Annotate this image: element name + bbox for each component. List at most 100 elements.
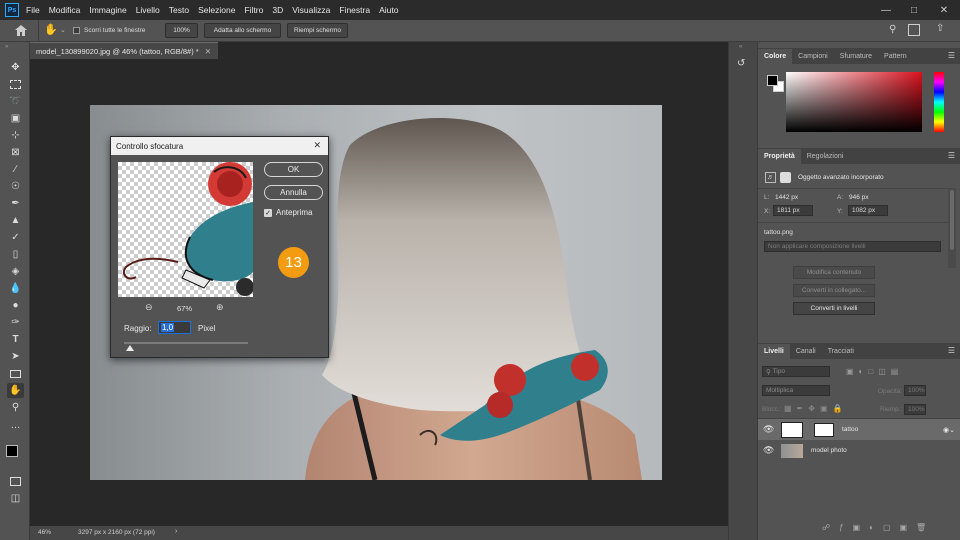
layer-row-tattoo[interactable]: 👁 tattoo ◉⌄: [758, 419, 960, 440]
ok-button[interactable]: OK: [264, 162, 323, 177]
dialog-titlebar[interactable]: Controllo sfocatura ✕: [111, 137, 328, 155]
convert-to-layers-button[interactable]: Converti in livelli: [793, 302, 875, 315]
collapse-panels-icon[interactable]: «: [739, 44, 742, 50]
photoshop-logo[interactable]: Ps: [5, 3, 19, 17]
tab-regolazioni[interactable]: Regolazioni: [801, 149, 850, 164]
menu-immagine[interactable]: Immagine: [89, 5, 126, 15]
smart-filter-toggle-icon[interactable]: ◉⌄: [943, 426, 955, 434]
layers-footer-icons[interactable]: ☍ƒ▣◐▢▣🗑: [822, 523, 935, 532]
radius-input[interactable]: 1,0: [158, 321, 191, 334]
chevron-down-icon[interactable]: ⌄: [60, 26, 66, 34]
menu-selezione[interactable]: Selezione: [198, 5, 235, 15]
preview-checkbox[interactable]: ✓: [264, 209, 272, 217]
close-document-icon[interactable]: ✕: [205, 47, 211, 56]
clone-stamp-tool-icon[interactable]: ▲: [7, 213, 24, 228]
dialog-close-icon[interactable]: ✕: [313, 140, 321, 151]
blend-mode-select[interactable]: Moltiplica: [762, 385, 830, 396]
dodge-tool-icon[interactable]: ●: [7, 298, 24, 313]
path-selection-tool-icon[interactable]: ➤: [7, 349, 24, 364]
close-window-icon[interactable]: ✕: [930, 0, 958, 20]
menu-testo[interactable]: Testo: [169, 5, 189, 15]
radius-slider-track[interactable]: [124, 342, 248, 344]
marquee-tool-icon[interactable]: [7, 77, 24, 92]
visibility-eye-icon[interactable]: 👁: [763, 445, 774, 456]
rectangle-tool-icon[interactable]: [7, 366, 24, 381]
hue-slider[interactable]: [934, 72, 944, 132]
eraser-tool-icon[interactable]: ▯: [7, 247, 24, 262]
workspace-icon[interactable]: [908, 24, 920, 36]
opacity-field[interactable]: 100%: [904, 385, 926, 396]
quick-mask-icon[interactable]: [7, 474, 24, 489]
properties-menu-icon[interactable]: ☰: [948, 151, 955, 160]
convert-to-linked-button[interactable]: Converti in collegato...: [793, 284, 875, 297]
layer-filter-icons[interactable]: ▣◐□◫▤: [846, 367, 946, 377]
fill-field[interactable]: 100%: [904, 404, 926, 415]
y-field[interactable]: 1082 px: [848, 205, 888, 216]
visibility-eye-icon[interactable]: 👁: [763, 424, 774, 435]
eyedropper-tool-icon[interactable]: ∕: [7, 162, 24, 177]
tab-colore[interactable]: Colore: [758, 49, 793, 64]
share-icon[interactable]: ⇧: [936, 23, 944, 34]
layer-filter-select[interactable]: ⚲ Tipo: [762, 366, 830, 377]
zoom-in-icon[interactable]: ⊕: [216, 302, 224, 313]
panel-menu-icon[interactable]: ☰: [948, 51, 955, 60]
fit-screen-button[interactable]: Adatta allo schermo: [204, 23, 281, 38]
fg-color-swatch[interactable]: [767, 75, 778, 86]
screen-mode-icon[interactable]: ◫: [7, 491, 24, 506]
zoom-out-icon[interactable]: ⊖: [145, 302, 153, 313]
healing-brush-tool-icon[interactable]: ☉: [7, 179, 24, 194]
menu-aiuto[interactable]: Aiuto: [379, 5, 398, 15]
tab-pattern[interactable]: Pattern: [878, 49, 913, 64]
hand-tool-icon[interactable]: ✋: [7, 383, 24, 398]
tab-tracciati[interactable]: Tracciati: [822, 344, 860, 359]
blur-tool-icon[interactable]: 💧: [7, 281, 24, 296]
properties-scrollbar[interactable]: [948, 188, 956, 268]
object-selection-tool-icon[interactable]: ▣: [7, 111, 24, 126]
hand-tool-preset-icon[interactable]: ✋: [44, 23, 58, 38]
tab-sfumature[interactable]: Sfumature: [834, 49, 878, 64]
frame-tool-icon[interactable]: ⊠: [7, 145, 24, 160]
collapse-toolbar-icon[interactable]: »: [5, 44, 8, 50]
zoom-level[interactable]: 46%: [38, 529, 51, 536]
x-field[interactable]: 1811 px: [773, 205, 813, 216]
zoom-100-button[interactable]: 100%: [165, 23, 198, 38]
move-tool-icon[interactable]: ✥: [7, 60, 24, 75]
paint-bucket-tool-icon[interactable]: ◈: [7, 264, 24, 279]
menu-modifica[interactable]: Modifica: [49, 5, 81, 15]
menu-visualizza[interactable]: Visualizza: [292, 5, 330, 15]
layer-comp-select[interactable]: Non applicare composizione livelli: [764, 241, 941, 252]
cancel-button[interactable]: Annulla: [264, 185, 323, 200]
menu-livello[interactable]: Livello: [136, 5, 160, 15]
more-tools-icon[interactable]: …: [7, 418, 24, 433]
zoom-tool-icon[interactable]: ⚲: [7, 400, 24, 415]
type-tool-icon[interactable]: T: [7, 332, 24, 347]
radius-slider-thumb[interactable]: [126, 345, 135, 351]
minimize-icon[interactable]: —: [872, 0, 900, 20]
layer-mask-thumbnail[interactable]: [814, 422, 834, 437]
document-tab[interactable]: model_130899020.jpg @ 46% (tattoo, RGB/8…: [30, 42, 218, 59]
lasso-tool-icon[interactable]: ➰: [7, 94, 24, 109]
tab-canali[interactable]: Canali: [790, 344, 822, 359]
menu-file[interactable]: File: [26, 5, 40, 15]
menu-3d[interactable]: 3D: [272, 5, 283, 15]
scroll-all-checkbox[interactable]: [73, 27, 80, 34]
status-expand-icon[interactable]: ›: [175, 528, 177, 535]
blur-preview[interactable]: [118, 162, 253, 297]
color-field[interactable]: [786, 72, 922, 132]
edit-contents-button[interactable]: Modifica contenuto: [793, 266, 875, 279]
pen-tool-icon[interactable]: ✑: [7, 315, 24, 330]
tab-campioni[interactable]: Campioni: [792, 49, 834, 64]
fill-screen-button[interactable]: Riempi schermo: [287, 23, 348, 38]
maximize-icon[interactable]: □: [900, 0, 928, 20]
crop-tool-icon[interactable]: ⊹: [7, 128, 24, 143]
layers-menu-icon[interactable]: ☰: [948, 346, 955, 355]
search-icon[interactable]: ⚲: [889, 24, 896, 35]
home-icon[interactable]: [14, 24, 28, 37]
tab-livelli[interactable]: Livelli: [758, 344, 790, 359]
menu-filtro[interactable]: Filtro: [244, 5, 263, 15]
history-panel-icon[interactable]: ↺: [737, 58, 745, 69]
lock-icons[interactable]: ▦✒✥▣🔒: [784, 404, 847, 413]
menu-finestra[interactable]: Finestra: [339, 5, 370, 15]
layer-row-model-photo[interactable]: 👁 model photo: [758, 440, 960, 461]
brush-tool-icon[interactable]: ✒: [7, 196, 24, 211]
